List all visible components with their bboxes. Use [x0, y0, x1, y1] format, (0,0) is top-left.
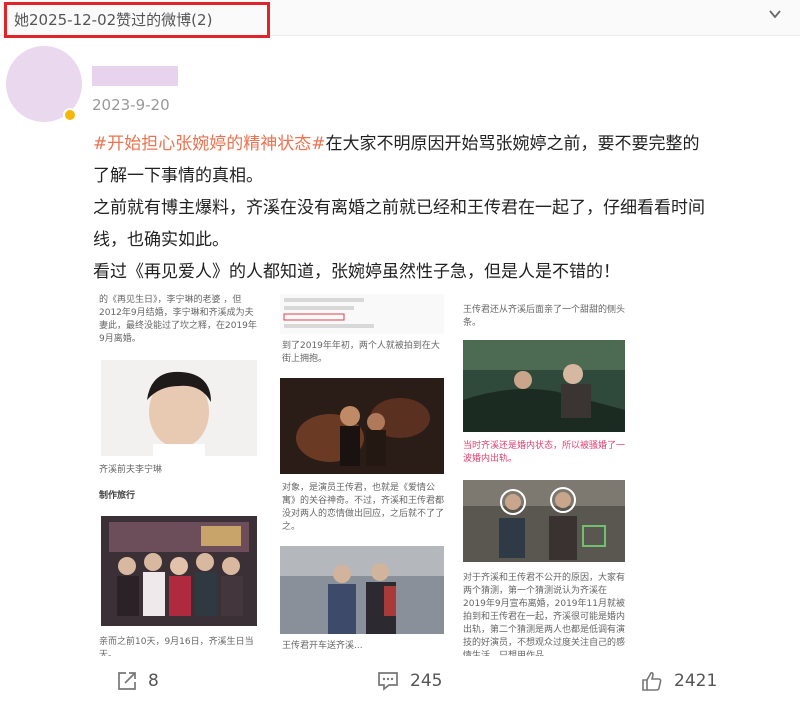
hashtag-link[interactable]: #开始担心张婉婷的精神状态# [93, 134, 326, 154]
image-caption: 亲而之前10天，9月16日，齐溪生日当天。 [99, 637, 254, 656]
post-line: #开始担心张婉婷的精神状态#在大家不明原因开始骂张婉婷之前，要不要完整的 [93, 128, 793, 160]
post-image-grid[interactable]: 的《再见生日》，李宁琳的老婆 ，但2012年9月结婚，李宁琳和齐溪成为夫妻此，最… [93, 288, 633, 656]
screenshot-list [280, 294, 444, 334]
image-caption: 的《再见生日》，李宁琳的老婆 ，但2012年9月结婚，李宁琳和齐溪成为夫妻此，最… [99, 295, 257, 344]
post-line: 线，也确实如此。 [93, 230, 229, 250]
image-caption: 王传君还从齐溪后面亲了一个甜甜的侧头条。 [463, 305, 626, 328]
car-scene-photo [463, 340, 625, 432]
image-caption: 到了2019年年初，两个人就被拍到在大街上拥抱。 [282, 341, 440, 364]
like-button[interactable]: 2421 [640, 670, 717, 692]
couple-street-photo [280, 546, 444, 634]
image-caption: 对于齐溪和王传君不公开的原因，大家有两个猜测，第一个猜测说认为齐溪在2019年9… [463, 573, 626, 656]
portrait-photo [101, 360, 257, 456]
night-street-photo [280, 378, 444, 474]
post-date: 2023-9-20 [92, 96, 170, 114]
like-count: 2421 [674, 671, 718, 691]
username-redacted[interactable] [92, 66, 178, 86]
group-photo [101, 516, 257, 626]
post-line: 之前就有博主爆料，齐溪在没有离婚之前就已经和王传君在一起了，仔细看看时间 [93, 198, 705, 218]
comment-icon [378, 672, 398, 691]
image-caption: 王传君开车送齐溪... [282, 641, 363, 651]
post-image-3[interactable]: 王传君还从齐溪后面亲了一个甜甜的侧头条。 当时齐溪还是婚内状态，所以被骚婚了一波… [457, 288, 633, 656]
header-title: 她2025-12-02赞过的微博(2) [14, 11, 213, 29]
image-caption: 对象，是演员王传君，也就是《爱情公寓》的关谷神奇。不过，齐溪和王传君都没对两人的… [282, 483, 445, 532]
image-caption: 齐溪前夫李宁琳 [99, 465, 163, 475]
share-icon [118, 672, 136, 690]
post-line-text: 在大家不明原因开始骂张婉婷之前，要不要完整的 [325, 134, 700, 154]
like-icon [642, 671, 662, 691]
annotated-photo [463, 480, 625, 562]
chevron-down-icon[interactable] [768, 7, 782, 21]
post-line: 看过《再见爱人》的人都知道，张婉婷虽然性子急，但是人是不错的！ [93, 262, 620, 282]
post-text: #开始担心张婉婷的精神状态#在大家不明原因开始骂张婉婷之前，要不要完整的 了解一… [93, 128, 793, 288]
post-action-bar: 8 245 2421 [0, 664, 800, 704]
comment-button[interactable]: 245 [376, 670, 442, 692]
post-line: 了解一下事情的真相。 [93, 166, 263, 186]
post-image-1[interactable]: 的《再见生日》，李宁琳的老婆 ，但2012年9月结婚，李宁琳和齐溪成为夫妻此，最… [93, 288, 263, 656]
image-subhead: 制作旅行 [99, 491, 136, 501]
share-count: 8 [148, 671, 159, 691]
verified-badge-icon [63, 108, 77, 122]
image-caption-highlight: 当时齐溪还是婚内状态，所以被骚婚了一波婚内出轨。 [463, 441, 626, 464]
post-image-2[interactable]: 到了2019年年初，两个人就被拍到在大街上拥抱。 对象，是演员王传君，也就是《爱… [276, 288, 448, 656]
liked-posts-header: 她2025-12-02赞过的微博(2) [0, 0, 800, 38]
comment-count: 245 [410, 671, 443, 691]
share-button[interactable]: 8 [116, 670, 159, 692]
